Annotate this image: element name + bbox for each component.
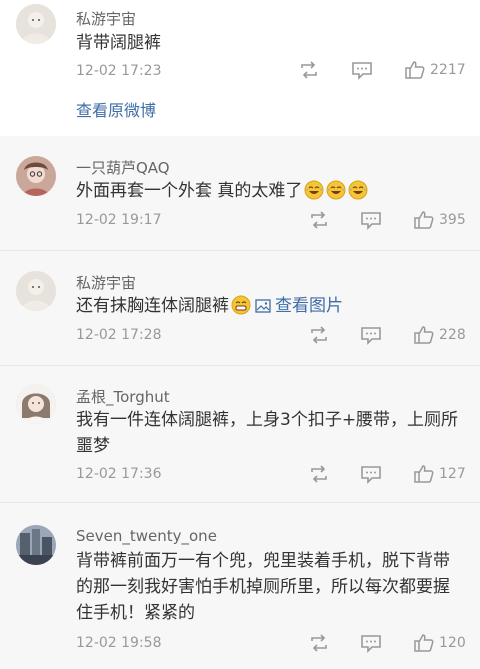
repost-icon xyxy=(311,634,327,652)
like-icon xyxy=(414,634,434,652)
like-button[interactable]: 120 xyxy=(413,633,466,653)
timestamp: 12-02 17:28 xyxy=(76,327,162,343)
comment-button[interactable] xyxy=(351,60,373,80)
view-image-link[interactable]: 查看图片 xyxy=(251,296,343,316)
like-button[interactable]: 127 xyxy=(413,464,466,484)
comment-text: 背带裤前面万一有个兜，兜里装着手机，脱下背带的那一刻我好害怕手机掉厕所里，所以每… xyxy=(76,551,450,623)
timestamp: 12-02 17:36 xyxy=(76,466,162,482)
like-count: 2217 xyxy=(430,62,466,78)
avatar[interactable] xyxy=(16,271,56,311)
like-icon xyxy=(414,211,434,229)
top-comment-block: 私游宇宙 背带阔腿裤 12-02 17:23 2217 查看原微博 xyxy=(0,0,480,136)
avatar[interactable] xyxy=(16,384,56,424)
comment-button[interactable] xyxy=(360,325,382,345)
avatar[interactable] xyxy=(16,4,56,44)
repost-icon xyxy=(311,465,327,483)
like-button[interactable]: 228 xyxy=(413,325,466,345)
comment-icon xyxy=(361,212,381,230)
username[interactable]: 一只葫芦QAQ xyxy=(76,157,170,178)
like-count: 395 xyxy=(439,212,466,228)
comment-icon xyxy=(361,635,381,653)
like-button[interactable]: 2217 xyxy=(404,60,466,80)
timestamp: 12-02 19:17 xyxy=(76,212,162,228)
comment-icon xyxy=(352,62,372,80)
timestamp: 12-02 17:23 xyxy=(76,63,162,79)
repost-button[interactable] xyxy=(298,60,320,80)
list-item: 私游宇宙 还有抹胸连体阔腿裤 查看图片 12-02 17:28 228 xyxy=(0,251,480,366)
like-button[interactable]: 395 xyxy=(413,210,466,230)
view-image-label: 查看图片 xyxy=(275,296,343,316)
image-icon xyxy=(255,299,271,313)
repost-icon xyxy=(301,61,317,79)
repost-icon xyxy=(311,326,327,344)
like-icon xyxy=(414,465,434,483)
comment-icon xyxy=(361,466,381,484)
timestamp: 12-02 19:58 xyxy=(76,635,162,651)
repost-button[interactable] xyxy=(308,464,330,484)
repost-button[interactable] xyxy=(308,325,330,345)
comment-button[interactable] xyxy=(360,633,382,653)
comment-button[interactable] xyxy=(360,464,382,484)
laughing-tears-emoji xyxy=(326,180,346,200)
repost-icon xyxy=(311,211,327,229)
comment-icon xyxy=(361,327,381,345)
view-original-link[interactable]: 查看原微博 xyxy=(76,97,156,121)
username[interactable]: 私游宇宙 xyxy=(76,8,136,29)
like-count: 228 xyxy=(439,327,466,343)
laughing-tears-emoji xyxy=(348,180,368,200)
repost-button[interactable] xyxy=(308,210,330,230)
avatar[interactable] xyxy=(16,525,56,565)
avatar[interactable] xyxy=(16,156,56,196)
comment-text: 我有一件连体阔腿裤，上身3个扣子+腰带，上厕所噩梦 xyxy=(76,410,459,456)
comment-button[interactable] xyxy=(360,210,382,230)
like-count: 120 xyxy=(439,635,466,651)
laughing-tears-emoji xyxy=(304,180,324,200)
repost-button[interactable] xyxy=(308,633,330,653)
list-item: 一只葫芦QAQ 外面再套一个外套 真的太难了 12-02 19:17 395 xyxy=(0,136,480,251)
comment-text: 背带阔腿裤 xyxy=(76,33,161,53)
like-count: 127 xyxy=(439,466,466,482)
like-icon xyxy=(405,61,425,79)
username[interactable]: 孟根_Torghut xyxy=(76,386,170,407)
comment-list: 一只葫芦QAQ 外面再套一个外套 真的太难了 12-02 19:17 395 私 xyxy=(0,136,480,669)
comment-text: 还有抹胸连体阔腿裤 查看图片 xyxy=(76,293,464,319)
comment-text: 外面再套一个外套 真的太难了 xyxy=(76,178,464,204)
username[interactable]: 私游宇宙 xyxy=(76,272,136,293)
username[interactable]: Seven_twenty_one xyxy=(76,527,217,545)
list-item: 孟根_Torghut 我有一件连体阔腿裤，上身3个扣子+腰带，上厕所噩梦 12-… xyxy=(0,366,480,503)
comment-body: 还有抹胸连体阔腿裤 xyxy=(76,296,229,316)
list-item: Seven_twenty_one 背带裤前面万一有个兜，兜里装着手机，脱下背带的… xyxy=(0,503,480,669)
grin-emoji xyxy=(231,295,251,315)
comment-body: 外面再套一个外套 真的太难了 xyxy=(76,181,303,201)
like-icon xyxy=(414,326,434,344)
